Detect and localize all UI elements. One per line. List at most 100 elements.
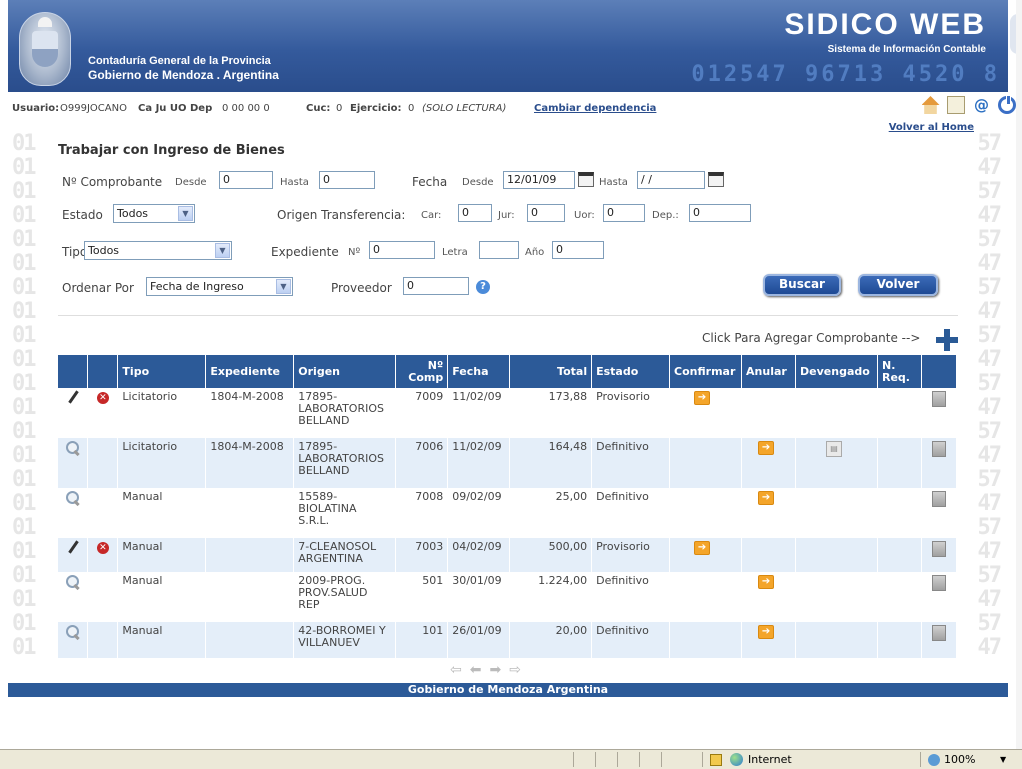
letra-input[interactable] [479, 241, 519, 259]
magnifier-icon[interactable] [65, 575, 80, 589]
cell-fecha: 11/02/09 [447, 438, 511, 488]
header-tipo: Tipo [117, 355, 207, 388]
cell-origen: 15589- BIOLATINA S.R.L. [293, 488, 397, 538]
cell-total: 1.224,00 [509, 572, 593, 622]
anular-arrow-icon[interactable]: ➔ [758, 575, 775, 589]
proveedor-input[interactable]: 0 [403, 277, 469, 295]
header-estado: Estado [591, 355, 671, 388]
cell-anular [741, 538, 797, 572]
cell-nro-comp: 7009 [395, 388, 449, 438]
cell-nro-comp: 101 [395, 622, 449, 658]
fecha-label: Fecha [412, 175, 448, 189]
print-icon[interactable]: ▤ [826, 441, 843, 457]
header-decorative-digits: 012547 96713 4520 8 [691, 62, 1000, 87]
comprobante-hasta-input[interactable]: 0 [319, 171, 375, 189]
globe-icon [730, 753, 743, 766]
ordenar-select[interactable]: Fecha de Ingreso ▼ [146, 277, 293, 296]
zoom-icon[interactable] [928, 754, 940, 766]
cell-confirmar: ➔ [669, 538, 743, 572]
delete-x-icon[interactable]: ✕ [96, 542, 109, 554]
calendar-icon[interactable] [578, 172, 594, 187]
chevron-down-icon: ▼ [276, 279, 291, 294]
edit-pencil-icon[interactable] [67, 541, 79, 553]
cell-tipo: Manual [117, 538, 207, 572]
zoom-dropdown-icon[interactable]: ▼ [1000, 755, 1006, 764]
delete-x-icon[interactable]: ✕ [96, 392, 109, 404]
dep-input[interactable]: 0 [689, 204, 751, 222]
fecha-desde-input[interactable]: 12/01/09 [503, 171, 575, 189]
comprobantes-table-wrapper: Tipo Expediente Origen Nº Comp Fecha Tot… [58, 355, 958, 658]
chevron-down-icon: ▼ [215, 243, 230, 258]
document-icon[interactable] [931, 391, 946, 407]
edit-pencil-icon[interactable] [67, 391, 79, 403]
cell-estado: Provisorio [591, 388, 671, 438]
anular-arrow-icon[interactable]: ➔ [758, 441, 775, 455]
cell-n-req [877, 388, 922, 438]
email-at-icon[interactable]: @ [973, 96, 991, 114]
magnifier-icon[interactable] [65, 441, 80, 455]
cambiar-dependencia-link[interactable]: Cambiar dependencia [534, 103, 656, 114]
vertical-scrollbar[interactable] [1016, 0, 1022, 749]
calendar-icon[interactable] [708, 172, 724, 187]
prev-page-icon[interactable]: ⬅ [470, 662, 490, 678]
document-icon[interactable] [931, 625, 946, 641]
volver-button[interactable]: Volver [858, 274, 938, 296]
volver-al-home-link[interactable]: Volver al Home [889, 122, 974, 133]
ordenar-select-value: Fecha de Ingreso [150, 280, 244, 293]
add-plus-icon[interactable] [936, 329, 958, 351]
province-crest-logo [19, 12, 71, 86]
document-icon[interactable] [931, 491, 946, 507]
mail-icon[interactable] [947, 96, 965, 114]
zone-label: Internet [748, 753, 792, 766]
document-icon[interactable] [931, 441, 946, 457]
document-icon[interactable] [931, 575, 946, 591]
document-icon[interactable] [931, 541, 946, 557]
confirmar-arrow-icon[interactable]: ➔ [694, 541, 711, 555]
jur-input[interactable]: 0 [527, 204, 565, 222]
buscar-button[interactable]: Buscar [763, 274, 841, 296]
last-page-icon[interactable]: ⇨ [509, 662, 529, 678]
header-devengado: Devengado [795, 355, 878, 388]
logout-power-icon[interactable] [998, 95, 1016, 114]
help-icon[interactable]: ? [476, 280, 490, 294]
cell-origen: 17895- LABORATORIOS BELLAND [293, 388, 397, 438]
status-separator [661, 752, 662, 767]
cell-confirmar [669, 488, 743, 538]
comprobante-desde-label: Desde [175, 177, 207, 188]
status-separator [920, 752, 921, 767]
cell-fecha: 26/01/09 [447, 622, 511, 658]
magnifier-icon[interactable] [65, 625, 80, 639]
comprobante-desde-input[interactable]: 0 [219, 171, 273, 189]
anular-arrow-icon[interactable]: ➔ [758, 491, 775, 505]
magnifier-icon[interactable] [65, 491, 80, 505]
first-page-icon[interactable]: ⇦ [450, 662, 470, 678]
cell-n-req [877, 622, 922, 658]
comprobante-hasta-label: Hasta [280, 177, 309, 188]
estado-select[interactable]: Todos ▼ [113, 204, 195, 223]
cell-expediente [205, 572, 295, 622]
table-row: ✕ Licitatorio 1804-M-2008 17895- LABORAT… [58, 388, 958, 438]
cell-confirmar [669, 622, 743, 658]
home-icon[interactable] [921, 96, 940, 114]
bg-digits-decoration-right: 57 47 57 47 57 47 57 47 57 47 57 47 57 47 57 47 57 47 57 47… [977, 131, 1002, 660]
lock-icon [710, 754, 722, 766]
confirmar-arrow-icon[interactable]: ➔ [694, 391, 711, 405]
cell-devengado [795, 572, 878, 622]
expediente-label: Expediente [271, 245, 339, 259]
delete-cell [87, 622, 119, 658]
expediente-nro-input[interactable]: 0 [369, 241, 435, 259]
cuc-label: Cuc: [306, 103, 331, 114]
ejercicio-label: Ejercicio: [350, 103, 402, 114]
bg-digits-decoration: 01 01 01 01 01 01 01 01 01 01 01 01 01 01 01 01 01 01 01 01… [12, 131, 36, 660]
car-input[interactable]: 0 [458, 204, 492, 222]
anular-arrow-icon[interactable]: ➔ [758, 625, 775, 639]
zoom-level[interactable]: 100% [944, 753, 975, 766]
cell-fecha: 11/02/09 [447, 388, 511, 438]
next-page-icon[interactable]: ➡ [489, 662, 509, 678]
anio-input[interactable]: 0 [552, 241, 604, 259]
fecha-hasta-input[interactable]: / / [637, 171, 705, 189]
tipo-select[interactable]: Todos ▼ [84, 241, 232, 260]
table-header-row: Tipo Expediente Origen Nº Comp Fecha Tot… [58, 355, 958, 388]
uor-input[interactable]: 0 [603, 204, 645, 222]
cell-confirmar [669, 572, 743, 622]
